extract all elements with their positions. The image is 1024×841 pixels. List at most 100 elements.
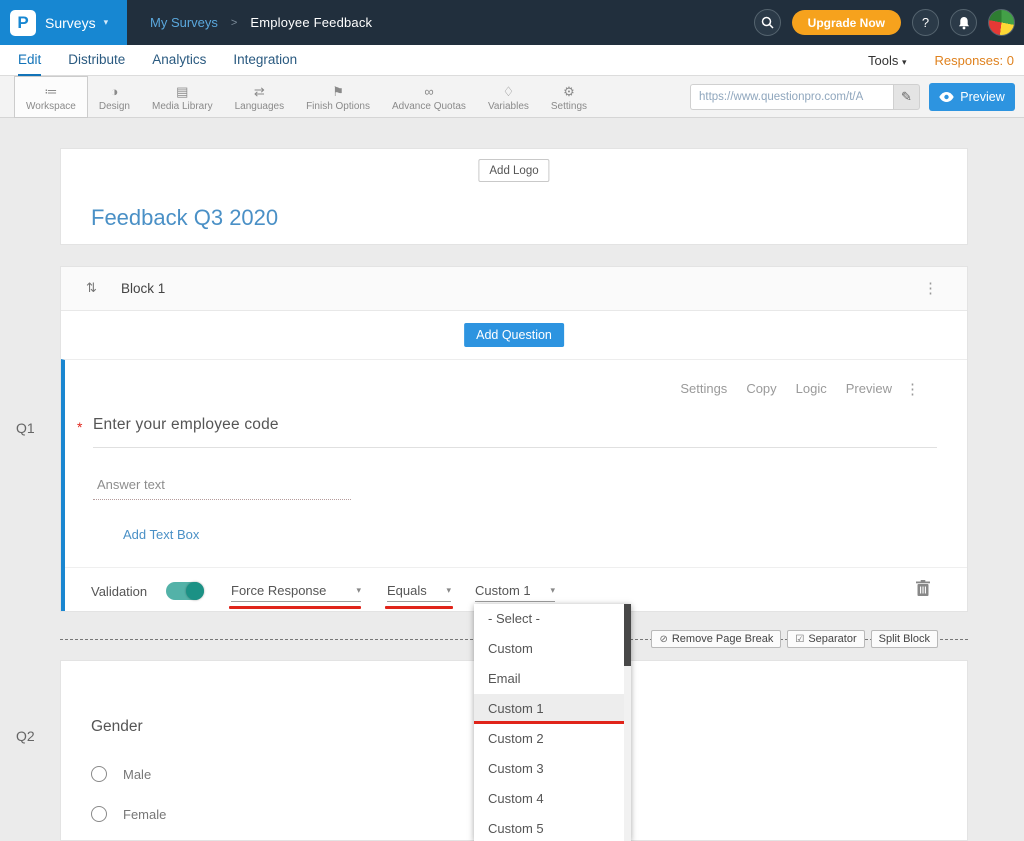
survey-url-input[interactable] (690, 84, 893, 110)
add-text-box-link[interactable]: Add Text Box (123, 527, 199, 542)
toolbar-item-advance-quotas[interactable]: ∞ Advance Quotas (381, 76, 477, 118)
dropdown-option-custom-3[interactable]: Custom 3 (474, 754, 631, 784)
collapse-block-icon[interactable]: ⇅ (86, 280, 97, 296)
pencil-icon: ✎ (901, 89, 912, 105)
question-copy-link[interactable]: Copy (746, 381, 776, 396)
question-logic-link[interactable]: Logic (796, 381, 827, 396)
radio-button[interactable] (91, 766, 107, 782)
add-question-button[interactable]: Add Question (464, 323, 564, 347)
page-break-actions: ⊘ Remove Page Break ☑ Separator Split Bl… (651, 630, 938, 648)
dropdown-option-custom-1[interactable]: Custom 1 (474, 694, 631, 724)
dropdown-option-email[interactable]: Email (474, 664, 631, 694)
translate-icon: ⇄ (254, 84, 265, 99)
delete-question-button[interactable] (916, 580, 930, 597)
force-response-select[interactable]: Force Response ▾ (231, 579, 361, 602)
validation-toggle[interactable] (166, 582, 204, 600)
dropdown-option-custom-5[interactable]: Custom 5 (474, 814, 631, 841)
block-menu-icon[interactable]: ⋮ (923, 279, 939, 297)
responses-count[interactable]: Responses: 0 (935, 53, 1015, 68)
toolbar-item-label: Languages (235, 101, 285, 112)
nav-right: Tools ▾ Responses: 0 (868, 45, 1014, 76)
dropdown-option-custom[interactable]: Custom (474, 634, 631, 664)
question-text[interactable]: Gender (91, 718, 143, 736)
dropdown-option-custom-4[interactable]: Custom 4 (474, 784, 631, 814)
question-menu-icon[interactable]: ⋮ (905, 380, 921, 398)
survey-title[interactable]: Feedback Q3 2020 (91, 205, 278, 231)
upgrade-now-button[interactable]: Upgrade Now (792, 10, 901, 35)
radio-label: Female (123, 807, 166, 822)
block-header: ⇅ Block 1 ⋮ (61, 267, 967, 311)
chevron-down-icon: ▾ (550, 585, 555, 596)
toolbar-item-finish-options[interactable]: ⚑ Finish Options (295, 76, 381, 118)
question-preview-link[interactable]: Preview (846, 381, 892, 396)
toolbar-item-media-library[interactable]: ▤ Media Library (141, 76, 224, 118)
preview-button[interactable]: Preview (929, 83, 1015, 111)
bell-icon (958, 16, 970, 30)
divider (65, 567, 967, 568)
annotation-underline (229, 606, 361, 609)
flag-icon: ⚑ (332, 84, 344, 99)
eye-icon (939, 92, 954, 102)
questionpro-logo-icon[interactable]: P (10, 10, 36, 36)
search-button[interactable] (754, 9, 781, 36)
question-settings-link[interactable]: Settings (680, 381, 727, 396)
design-icon: ◑ (110, 84, 118, 99)
image-icon: ▤ (176, 84, 188, 99)
radio-button[interactable] (91, 806, 107, 822)
checkbox-icon: ☑ (795, 634, 804, 645)
topbar: P Surveys ▾ My Surveys > Employee Feedba… (0, 0, 1024, 45)
tab-edit[interactable]: Edit (18, 45, 41, 76)
remove-page-break-label: Remove Page Break (672, 633, 774, 645)
separator-button[interactable]: ☑ Separator (787, 630, 864, 648)
survey-url-group: ✎ (690, 84, 920, 110)
toolbar-item-label: Workspace (26, 101, 76, 112)
tools-menu[interactable]: Tools ▾ (868, 53, 907, 68)
toolbar-items: ≔ Workspace ◑ Design ▤ Media Library ⇄ L… (14, 76, 598, 118)
dropdown-option-custom-2[interactable]: Custom 2 (474, 724, 631, 754)
operator-value: Equals (387, 583, 427, 598)
remove-page-break-button[interactable]: ⊘ Remove Page Break (651, 630, 781, 648)
answer-placeholder[interactable]: Answer text (97, 477, 165, 492)
product-switcher[interactable]: P Surveys ▾ (0, 0, 127, 45)
answer-option-male: Male (91, 766, 151, 782)
trash-icon (916, 580, 930, 597)
validation-type-value: Custom 1 (475, 583, 531, 598)
tab-analytics[interactable]: Analytics (152, 45, 206, 76)
tab-integration[interactable]: Integration (233, 45, 297, 76)
toolbar-item-variables[interactable]: ♢ Variables (477, 76, 540, 118)
separator-label: Separator (808, 633, 856, 645)
toolbar-item-workspace[interactable]: ≔ Workspace (14, 76, 88, 118)
question-text[interactable]: Enter your employee code (93, 416, 279, 434)
breadcrumb-my-surveys[interactable]: My Surveys (150, 15, 218, 30)
add-logo-button[interactable]: Add Logo (478, 159, 549, 182)
operator-select[interactable]: Equals ▾ (387, 579, 451, 602)
breadcrumb-current: Employee Feedback (250, 15, 372, 30)
toolbar-item-design[interactable]: ◑ Design (88, 76, 141, 118)
dropdown-option-label: Custom 1 (488, 701, 544, 716)
scrollbar-thumb[interactable] (624, 604, 631, 666)
edit-url-button[interactable]: ✎ (893, 84, 920, 110)
answer-option-female: Female (91, 806, 166, 822)
scrollbar-track[interactable] (624, 604, 631, 841)
toolbar-item-label: Media Library (152, 101, 213, 112)
annotation-underline (385, 606, 453, 609)
toolbar-item-languages[interactable]: ⇄ Languages (224, 76, 296, 118)
validation-type-select[interactable]: Custom 1 ▾ (475, 579, 555, 602)
survey-header-card: Add Logo Feedback Q3 2020 (60, 148, 968, 245)
avatar[interactable] (988, 9, 1015, 36)
toolbar-item-settings[interactable]: ⚙ Settings (540, 76, 598, 118)
breadcrumb-separator-icon: > (231, 17, 237, 29)
preview-label: Preview (960, 90, 1004, 104)
tab-distribute[interactable]: Distribute (68, 45, 125, 76)
breadcrumb: My Surveys > Employee Feedback (150, 0, 372, 45)
chevron-down-icon: ▾ (104, 17, 109, 28)
dropdown-option-select[interactable]: - Select - (474, 604, 631, 634)
toolbar-item-label: Advance Quotas (392, 101, 466, 112)
help-button[interactable]: ? (912, 9, 939, 36)
notifications-button[interactable] (950, 9, 977, 36)
workspace-icon: ≔ (44, 84, 57, 99)
split-block-label: Split Block (879, 633, 930, 645)
split-block-button[interactable]: Split Block (871, 630, 938, 648)
chevron-down-icon: ▾ (446, 585, 451, 596)
block-card: ⇅ Block 1 ⋮ Add Question Settings Copy L… (60, 266, 968, 612)
